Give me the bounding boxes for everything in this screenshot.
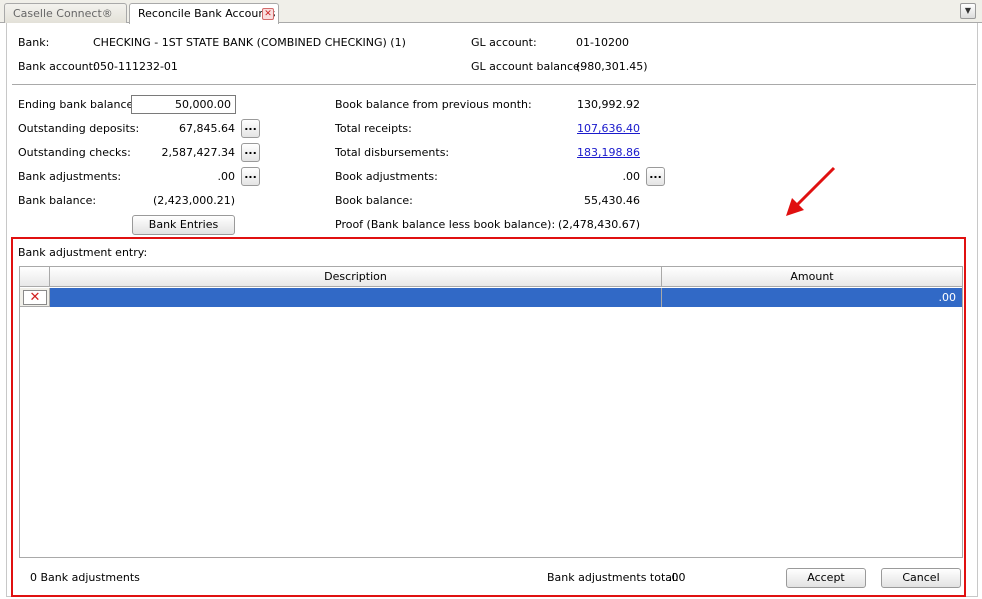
total-receipts-link[interactable]: 107,636.40	[540, 122, 640, 135]
outstanding-checks-label: Outstanding checks:	[18, 146, 131, 159]
adjustment-entry-label: Bank adjustment entry:	[18, 246, 148, 259]
book-adjustments-label: Book adjustments:	[335, 170, 438, 183]
ending-balance-input[interactable]: 50,000.00	[131, 95, 236, 114]
tab-caselle-connect[interactable]: Caselle Connect®	[4, 3, 127, 23]
outstanding-checks-value: 2,587,427.34	[161, 146, 235, 159]
total-receipts-label: Total receipts:	[335, 122, 412, 135]
amount-cell[interactable]: .00	[662, 288, 962, 307]
book-balance-label: Book balance:	[335, 194, 413, 207]
adjustments-total-label: Bank adjustments total:	[547, 571, 679, 584]
description-cell[interactable]	[50, 288, 662, 307]
outstanding-deposits-button[interactable]: ...	[241, 119, 260, 138]
bank-adjustments-value: .00	[217, 170, 236, 183]
tab-bar: Caselle Connect® Reconcile Bank Accounts…	[0, 0, 982, 24]
divider	[12, 84, 976, 85]
bank-balance-value: (2,423,000.21)	[152, 194, 235, 207]
bank-value: CHECKING - 1ST STATE BANK (COMBINED CHEC…	[93, 36, 406, 49]
adjustments-total-value: .00	[668, 571, 686, 584]
grid-row-header-corner	[20, 267, 50, 287]
total-disbursements-label: Total disbursements:	[335, 146, 450, 159]
book-adjustments-button[interactable]: ...	[646, 167, 665, 186]
adjustment-grid[interactable]: Description Amount ✕ .00	[19, 266, 963, 558]
prev-book-balance-label: Book balance from previous month:	[335, 98, 532, 111]
accept-button[interactable]: Accept	[786, 568, 866, 588]
prev-book-balance-value: 130,992.92	[577, 98, 640, 111]
outstanding-checks-button[interactable]: ...	[241, 143, 260, 162]
tab-label: Reconcile Bank Accounts	[138, 7, 276, 20]
delete-x-icon[interactable]: ✕	[23, 290, 47, 305]
chevron-down-icon[interactable]: ▼	[960, 3, 976, 19]
bank-account-value: 050-111232-01	[93, 60, 178, 73]
column-header-description[interactable]: Description	[50, 267, 662, 287]
row-delete-cell[interactable]: ✕	[20, 288, 50, 307]
bank-balance-label: Bank balance:	[18, 194, 97, 207]
gl-balance-value: (980,301.45)	[576, 60, 648, 73]
total-disbursements-link[interactable]: 183,198.86	[540, 146, 640, 159]
proof-value: (2,478,430.67)	[557, 218, 640, 231]
outstanding-deposits-value: 67,845.64	[179, 122, 235, 135]
bank-label: Bank:	[18, 36, 50, 49]
book-adjustments-value: .00	[622, 170, 641, 183]
red-arrow	[786, 166, 836, 216]
adjustment-count: 0 Bank adjustments	[30, 571, 140, 584]
gl-account-value: 01-10200	[576, 36, 629, 49]
proof-label: Proof (Bank balance less book balance):	[335, 218, 556, 231]
bank-account-label: Bank account:	[18, 60, 97, 73]
cancel-button[interactable]: Cancel	[881, 568, 961, 588]
bank-adjustments-label: Bank adjustments:	[18, 170, 122, 183]
gl-balance-label: GL account balance:	[471, 60, 584, 73]
ending-balance-label: Ending bank balance:	[18, 98, 137, 111]
bank-adjustments-button[interactable]: ...	[241, 167, 260, 186]
book-balance-value: 55,430.46	[584, 194, 640, 207]
close-icon[interactable]: ✕	[262, 8, 274, 20]
tab-reconcile-bank-accounts[interactable]: Reconcile Bank Accounts ✕	[129, 3, 279, 24]
column-header-amount[interactable]: Amount	[662, 267, 962, 287]
tab-label: Caselle Connect®	[13, 7, 113, 20]
gl-account-label: GL account:	[471, 36, 537, 49]
outstanding-deposits-label: Outstanding deposits:	[18, 122, 140, 135]
bank-entries-button[interactable]: Bank Entries	[132, 215, 235, 235]
